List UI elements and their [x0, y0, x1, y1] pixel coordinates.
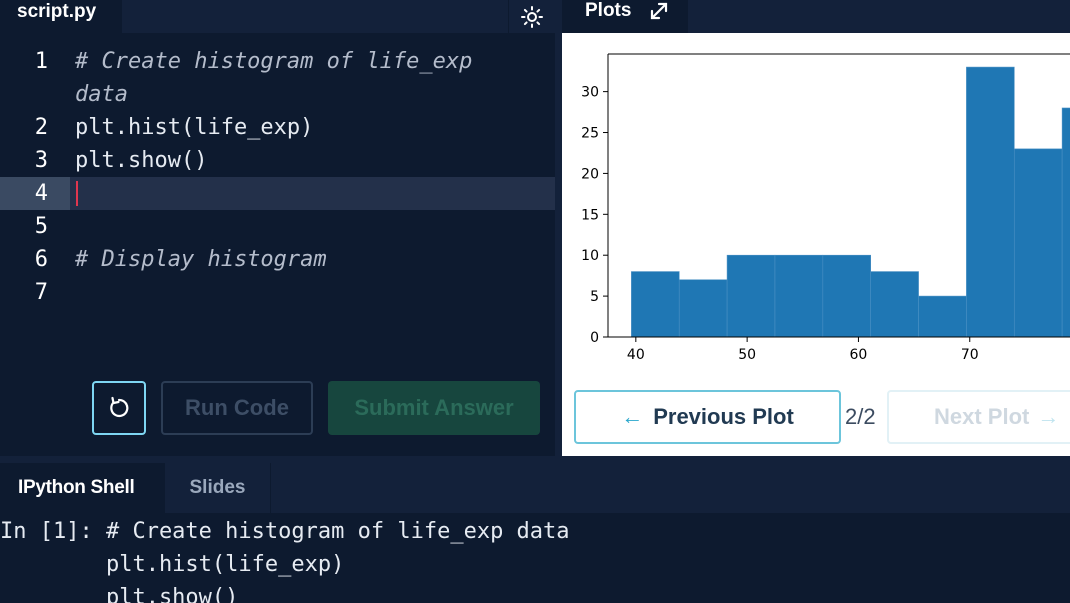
code-text: plt.hist(life_exp) — [75, 115, 314, 140]
code-text: plt.show() — [75, 148, 208, 173]
tab-plots[interactable]: Plots — [562, 0, 688, 33]
ipython-shell-tab-label: IPython Shell — [18, 477, 135, 498]
histogram-bars — [631, 66, 1070, 338]
next-plot-label: Next Plot — [934, 404, 1030, 429]
histogram-bar — [774, 254, 824, 338]
code-line[interactable]: 1 # Create histogram of life_exp — [0, 45, 555, 78]
tab-ipython-shell[interactable]: IPython Shell — [0, 463, 165, 513]
histogram-bar — [966, 66, 1015, 338]
previous-plot-label: Previous Plot — [653, 404, 794, 429]
y-tick-label: 10 — [581, 248, 599, 264]
line-number: 6 — [34, 247, 48, 272]
histogram-bar — [822, 254, 871, 338]
code-line[interactable]: 5 — [0, 210, 555, 243]
reset-icon — [110, 396, 129, 418]
shell-line: plt.hist(life_exp) — [0, 552, 345, 577]
histogram-bar — [678, 279, 728, 338]
reset-button[interactable] — [92, 381, 146, 435]
code-line[interactable]: 2 plt.hist(life_exp) — [0, 111, 555, 144]
plots-tabbar: Plots — [562, 0, 1070, 33]
y-tick-label: 5 — [590, 289, 599, 305]
histogram-bar — [870, 271, 919, 338]
tab-slides[interactable]: Slides — [165, 463, 271, 513]
histogram-bar — [1013, 148, 1063, 338]
sun-icon — [521, 5, 543, 28]
ipython-shell-panel: IPython Shell Slides In [1]: # Create hi… — [0, 463, 1070, 603]
run-code-label: Run Code — [185, 395, 289, 420]
shell-tabbar: IPython Shell Slides — [0, 463, 1070, 513]
plot-page-indicator: 2/2 — [845, 404, 876, 429]
submit-answer-label: Submit Answer — [354, 395, 514, 420]
line-number: 1 — [34, 49, 48, 74]
y-tick-label: 0 — [590, 330, 599, 346]
code-line[interactable]: 3 plt.show() — [0, 144, 555, 177]
submit-answer-button[interactable]: Submit Answer — [328, 381, 540, 435]
arrow-left-icon: ← — [621, 404, 644, 429]
next-plot-button[interactable]: Next Plot → — [887, 390, 1070, 444]
plots-tab-label: Plots — [585, 0, 632, 21]
y-tick-label: 25 — [581, 126, 599, 142]
histogram-bar — [918, 295, 967, 338]
editor-panel: script.py 1 # Create histogram of life_ex… — [0, 0, 555, 456]
code-line[interactable]: data — [0, 78, 555, 111]
tab-script-py[interactable]: script.py — [0, 0, 122, 33]
shell-output[interactable]: In [1]: # Create histogram of life_exp d… — [0, 515, 570, 603]
x-tick-label: 60 — [850, 347, 868, 363]
line-number: 2 — [34, 115, 48, 140]
theme-toggle-button[interactable] — [508, 0, 555, 33]
line-number: 7 — [34, 280, 48, 305]
x-tick-label: 50 — [738, 347, 756, 363]
line-number: 4 — [34, 181, 48, 206]
code-line[interactable]: 4 — [0, 177, 555, 210]
line-number: 5 — [34, 214, 48, 239]
text-cursor — [76, 181, 78, 206]
histogram-bar — [1061, 107, 1070, 338]
script-tab-label: script.py — [17, 1, 97, 22]
code-text: # Display histogram — [75, 247, 327, 272]
plots-panel: Plots 0510152025304050607080 ← Previous … — [562, 0, 1070, 456]
code-editor[interactable]: 1 # Create histogram of life_expdata 2 plt.… — [0, 45, 555, 345]
slides-tab-label: Slides — [189, 477, 246, 498]
code-text: # Create histogram of life_exp — [75, 49, 473, 74]
editor-tabbar: script.py — [0, 0, 555, 33]
histogram-chart: 0510152025304050607080 — [581, 53, 1070, 363]
run-code-button[interactable]: Run Code — [161, 381, 313, 435]
shell-line: plt.show() — [0, 585, 239, 603]
shell-line: In [1]: # Create histogram of life_exp d… — [0, 519, 570, 544]
x-tick-label: 70 — [961, 347, 979, 363]
y-tick-label: 15 — [581, 207, 599, 223]
histogram-bar — [726, 254, 776, 338]
arrow-right-icon: → — [1037, 404, 1060, 429]
expand-icon[interactable] — [648, 0, 670, 22]
y-tick-label: 30 — [581, 85, 599, 101]
x-tick-label: 40 — [627, 347, 645, 363]
histogram-bar — [631, 271, 680, 338]
previous-plot-button[interactable]: ← Previous Plot — [574, 390, 841, 444]
code-line[interactable]: 6 # Display histogram — [0, 243, 555, 276]
line-number: 3 — [34, 148, 48, 173]
code-text: data — [75, 82, 128, 107]
code-line[interactable]: 7 — [0, 276, 555, 309]
y-tick-label: 20 — [581, 166, 599, 182]
